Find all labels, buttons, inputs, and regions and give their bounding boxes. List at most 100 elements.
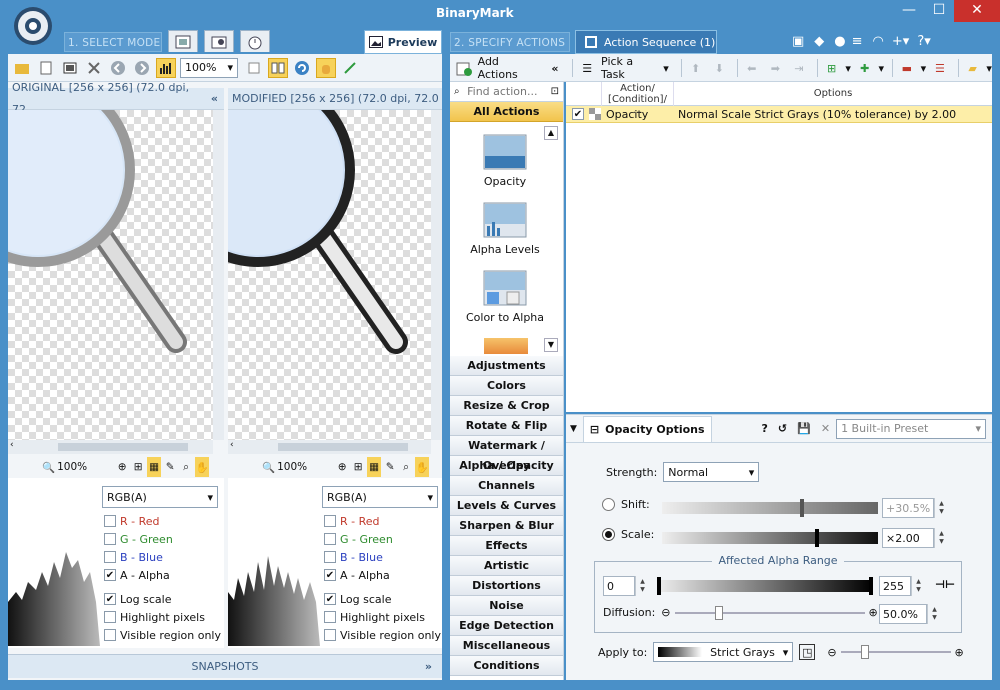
tab-action-sequence[interactable]: Action Sequence (1) [575,30,717,54]
tab-opacity-options[interactable]: ⊟ Opacity Options [582,415,712,442]
category-distortions[interactable]: Distortions [450,576,563,596]
category-all-actions[interactable]: All Actions [450,102,563,122]
shift-radio[interactable] [602,498,615,511]
console-icon[interactable]: ▣ [792,34,804,49]
category-resize-crop[interactable]: Resize & Crop [450,396,563,416]
add-action-icon[interactable] [454,58,474,78]
arrow-left-icon[interactable]: ⬅ [742,58,762,78]
log-scale-checkbox[interactable]: ✔ [104,593,116,605]
visible-region-checkbox[interactable] [104,629,116,641]
hscroll-thumb[interactable] [58,443,188,451]
range-lock-icon[interactable]: ⊣⊢ [935,578,955,591]
arrow-through-icon[interactable]: ⇥ [789,58,809,78]
category-alpha-opacity[interactable]: Alpha / Opacity [450,456,563,476]
forward-icon[interactable] [132,58,152,78]
histogram-icon[interactable] [156,57,176,78]
category-colors[interactable]: Colors [450,376,563,396]
gallery-item-next-thumbnail[interactable] [484,338,528,354]
category-watermark-overlay[interactable]: Watermark / Overlay [450,436,563,472]
gallery-item-opacity[interactable]: Opacity [450,134,560,188]
highlight-pixels-row[interactable]: Highlight pixels [324,608,441,626]
shield-icon[interactable]: ◆ [814,34,824,49]
scroll-left-icon[interactable]: ‹ [10,440,14,450]
category-miscellaneous[interactable]: Miscellaneous [450,636,563,656]
shift-value[interactable]: +30.5% [882,498,934,518]
original-hscrollbar[interactable]: ‹ [8,440,213,454]
category-edge-detection[interactable]: Edge Detection [450,616,563,636]
channel-green-checkbox[interactable] [104,533,116,545]
sequence-row-checkbox[interactable]: ✔ [572,108,584,120]
diffusion-slider[interactable] [674,605,865,620]
alpha-range-slider[interactable] [657,577,873,595]
open-folder-icon[interactable] [12,58,32,78]
diffusion-slider-thumb[interactable] [714,605,723,620]
delete-preset-icon[interactable]: ✕ [821,422,830,435]
actual-size-icon[interactable]: ⊞ [351,457,365,477]
scale-spinner[interactable]: ▲ ▼ [934,528,948,548]
batch-mode-icon[interactable] [168,30,198,52]
scale-value[interactable]: ×2.00 [882,528,934,548]
gallery-scroll-down-icon[interactable]: ▼ [544,338,558,352]
category-levels-curves[interactable]: Levels & Curves [450,496,563,516]
channel-alpha-checkbox[interactable]: ✔ [104,569,116,581]
actual-size-icon[interactable]: ⊞ [131,457,145,477]
channel-alpha-row[interactable]: ✔ A - Alpha [324,566,441,584]
hand-tool-icon[interactable]: ✋ [195,457,210,477]
channel-red-checkbox[interactable] [324,515,336,527]
sync-arrows-icon[interactable] [340,58,360,78]
tab-preview[interactable]: Preview [364,30,442,54]
save-preset-icon[interactable]: 💾 [797,422,811,435]
pan-hand-icon[interactable] [316,57,336,78]
insert-icon[interactable]: ⊞ [822,58,842,78]
channel-red-row[interactable]: R - Red [324,512,441,530]
refresh-icon[interactable] [292,58,312,78]
category-sharpen-blur[interactable]: Sharpen & Blur [450,516,563,536]
split-view-icon[interactable] [268,57,288,78]
log-scale-row[interactable]: ✔ Log scale [104,590,221,608]
task-list-icon[interactable]: ☰ [577,58,597,78]
color-picker-icon[interactable]: ◳ [799,644,816,660]
scale-radio[interactable] [602,528,615,541]
original-channel-select[interactable]: RGB(A) ▾ [102,486,218,508]
highlight-pixels-checkbox[interactable] [324,611,336,623]
channel-blue-checkbox[interactable] [324,551,336,563]
tolerance-plus-icon[interactable]: ⊕ [955,646,964,659]
channel-green-row[interactable]: G - Green [104,530,221,548]
scroll-left-icon[interactable]: ‹ [230,440,234,450]
help-menu-icon[interactable]: ?▾ [917,34,930,49]
zoom-tool-icon[interactable]: ⌕ [179,457,193,477]
range-min-thumb[interactable] [657,577,661,595]
wifi-icon[interactable]: ◠ [873,34,884,49]
header-options-col[interactable]: Options [674,88,992,99]
channel-blue-row[interactable]: B - Blue [324,548,441,566]
sequence-row[interactable]: ✔ Opacity Normal Scale Strict Grays (10%… [566,106,992,123]
zoom-select[interactable]: 100% ▾ [180,57,238,78]
find-options-icon[interactable]: ⊡ [551,86,559,97]
visible-region-row[interactable]: Visible region only [104,626,221,644]
range-max-value[interactable]: 255 [879,576,911,596]
tolerance-slider[interactable] [840,645,951,659]
collapse-options-icon[interactable]: ▼ [570,424,577,434]
single-mode-icon[interactable] [204,30,234,52]
channel-blue-checkbox[interactable] [104,551,116,563]
visible-region-checkbox[interactable] [324,629,336,641]
eyedropper-icon[interactable]: ✎ [163,457,177,477]
modified-channel-select[interactable]: RGB(A) ▾ [322,486,438,508]
range-min-value[interactable]: 0 [603,576,635,596]
category-channels[interactable]: Channels [450,476,563,496]
single-view-icon[interactable] [244,58,264,78]
expand-up-icon[interactable]: » [425,660,432,673]
shift-spinner[interactable]: ▲ ▼ [934,498,948,518]
category-noise[interactable]: Noise [450,596,563,616]
log-scale-checkbox[interactable]: ✔ [324,593,336,605]
category-conditions[interactable]: Conditions [450,656,563,676]
modified-hscrollbar[interactable]: ‹ [228,440,431,454]
channel-green-checkbox[interactable] [324,533,336,545]
move-up-icon[interactable]: ⬆ [686,58,706,78]
app-gear-logo-icon[interactable] [10,3,56,49]
maximize-button[interactable]: ☐ [924,0,954,22]
back-icon[interactable] [108,58,128,78]
channel-red-row[interactable]: R - Red [104,512,221,530]
alarm-clock-icon[interactable] [240,30,270,52]
preset-select[interactable]: 1 Built-in Preset ▾ [836,418,987,439]
